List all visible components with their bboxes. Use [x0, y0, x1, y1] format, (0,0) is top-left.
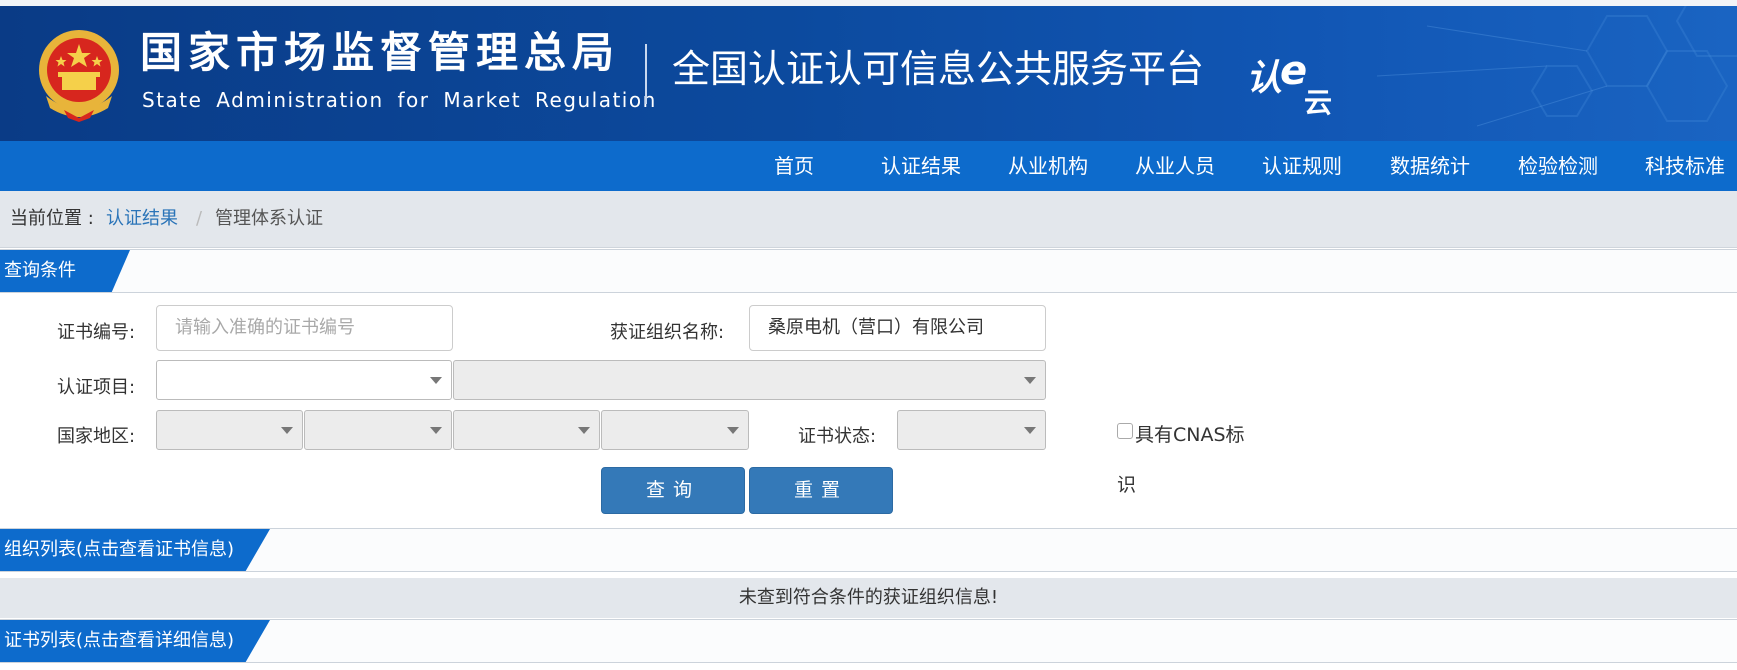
chevron-down-icon: [430, 427, 442, 434]
hexagon-decoration: [1376, 6, 1737, 127]
breadcrumb-separator: /: [196, 208, 203, 229]
chevron-down-icon: [1024, 427, 1036, 434]
cert-status-label: 证书状态:: [798, 426, 877, 447]
chevron-down-icon: [578, 427, 590, 434]
nav-item-personnel[interactable]: 从业人员: [1135, 141, 1215, 191]
region-label: 国家地区:: [57, 426, 136, 447]
svg-text:云: 云: [1304, 86, 1332, 118]
org-name-label: 获证组织名称:: [610, 322, 725, 343]
org-name-input[interactable]: 桑原电机（营口）有限公司: [749, 305, 1046, 351]
region-province-select[interactable]: [304, 410, 452, 450]
cert-list-section-header: 证书列表(点击查看详细信息): [0, 619, 1737, 663]
org-list-section-title: 组织列表(点击查看证书信息): [0, 529, 270, 571]
site-banner: 国家市场监督管理总局 State Administration for Mark…: [0, 6, 1737, 141]
org-name-cn: 国家市场监督管理总局: [140, 28, 621, 77]
svg-text:认: 认: [1246, 58, 1282, 99]
breadcrumb-link-cert-results[interactable]: 认证结果: [106, 191, 178, 247]
header-divider: [645, 44, 647, 104]
cert-no-input[interactable]: 请输入准确的证书编号: [156, 305, 453, 351]
cert-status-select[interactable]: [897, 410, 1046, 450]
national-emblem-icon: [39, 30, 119, 122]
org-list-section-header: 组织列表(点击查看证书信息): [0, 528, 1737, 572]
search-button[interactable]: 查询: [601, 467, 745, 514]
cert-no-label: 证书编号:: [57, 322, 136, 343]
chevron-down-icon: [727, 427, 739, 434]
nav-item-institutions[interactable]: 从业机构: [1008, 141, 1088, 191]
nav-item-home[interactable]: 首页: [774, 141, 814, 191]
org-list-empty-message: 未查到符合条件的获证组织信息!: [0, 578, 1737, 618]
org-name-en: State Administration for Market Regulati…: [142, 88, 657, 112]
cert-item-select[interactable]: [156, 360, 452, 400]
nav-item-inspection[interactable]: 检验检测: [1518, 141, 1598, 191]
query-section-header: 查询条件: [0, 249, 1737, 293]
cnas-label-wrap: 识: [1117, 474, 1137, 496]
nav-item-cert-results[interactable]: 认证结果: [881, 141, 961, 191]
cert-list-section-title: 证书列表(点击查看详细信息): [0, 620, 270, 662]
nav-item-tech-standards[interactable]: 科技标准: [1645, 141, 1725, 191]
reset-button[interactable]: 重置: [749, 467, 893, 514]
cert-subitem-select[interactable]: [453, 360, 1046, 400]
main-nav: 首页 认证结果 从业机构 从业人员 认证规则 数据统计 检验检测 科技标准: [0, 141, 1737, 191]
platform-title: 全国认证认可信息公共服务平台: [672, 47, 1205, 91]
region-district-select[interactable]: [601, 410, 749, 450]
nav-item-statistics[interactable]: 数据统计: [1390, 141, 1470, 191]
breadcrumb: 当前位置 : 认证结果 / 管理体系认证: [0, 191, 1737, 248]
chevron-down-icon: [430, 377, 442, 384]
cnas-checkbox[interactable]: [1117, 423, 1133, 439]
cnas-label: 具有CNAS标: [1135, 424, 1245, 446]
nav-item-cert-rules[interactable]: 认证规则: [1262, 141, 1342, 191]
renyiyun-logo: 认 e 云: [1246, 48, 1332, 118]
query-section-title: 查询条件: [0, 250, 130, 292]
region-country-select[interactable]: [156, 410, 303, 450]
region-city-select[interactable]: [453, 410, 600, 450]
breadcrumb-current: 管理体系认证: [215, 208, 323, 229]
breadcrumb-label: 当前位置 :: [10, 208, 94, 229]
chevron-down-icon: [1024, 377, 1036, 384]
cert-item-label: 认证项目:: [57, 377, 136, 398]
chevron-down-icon: [281, 427, 293, 434]
